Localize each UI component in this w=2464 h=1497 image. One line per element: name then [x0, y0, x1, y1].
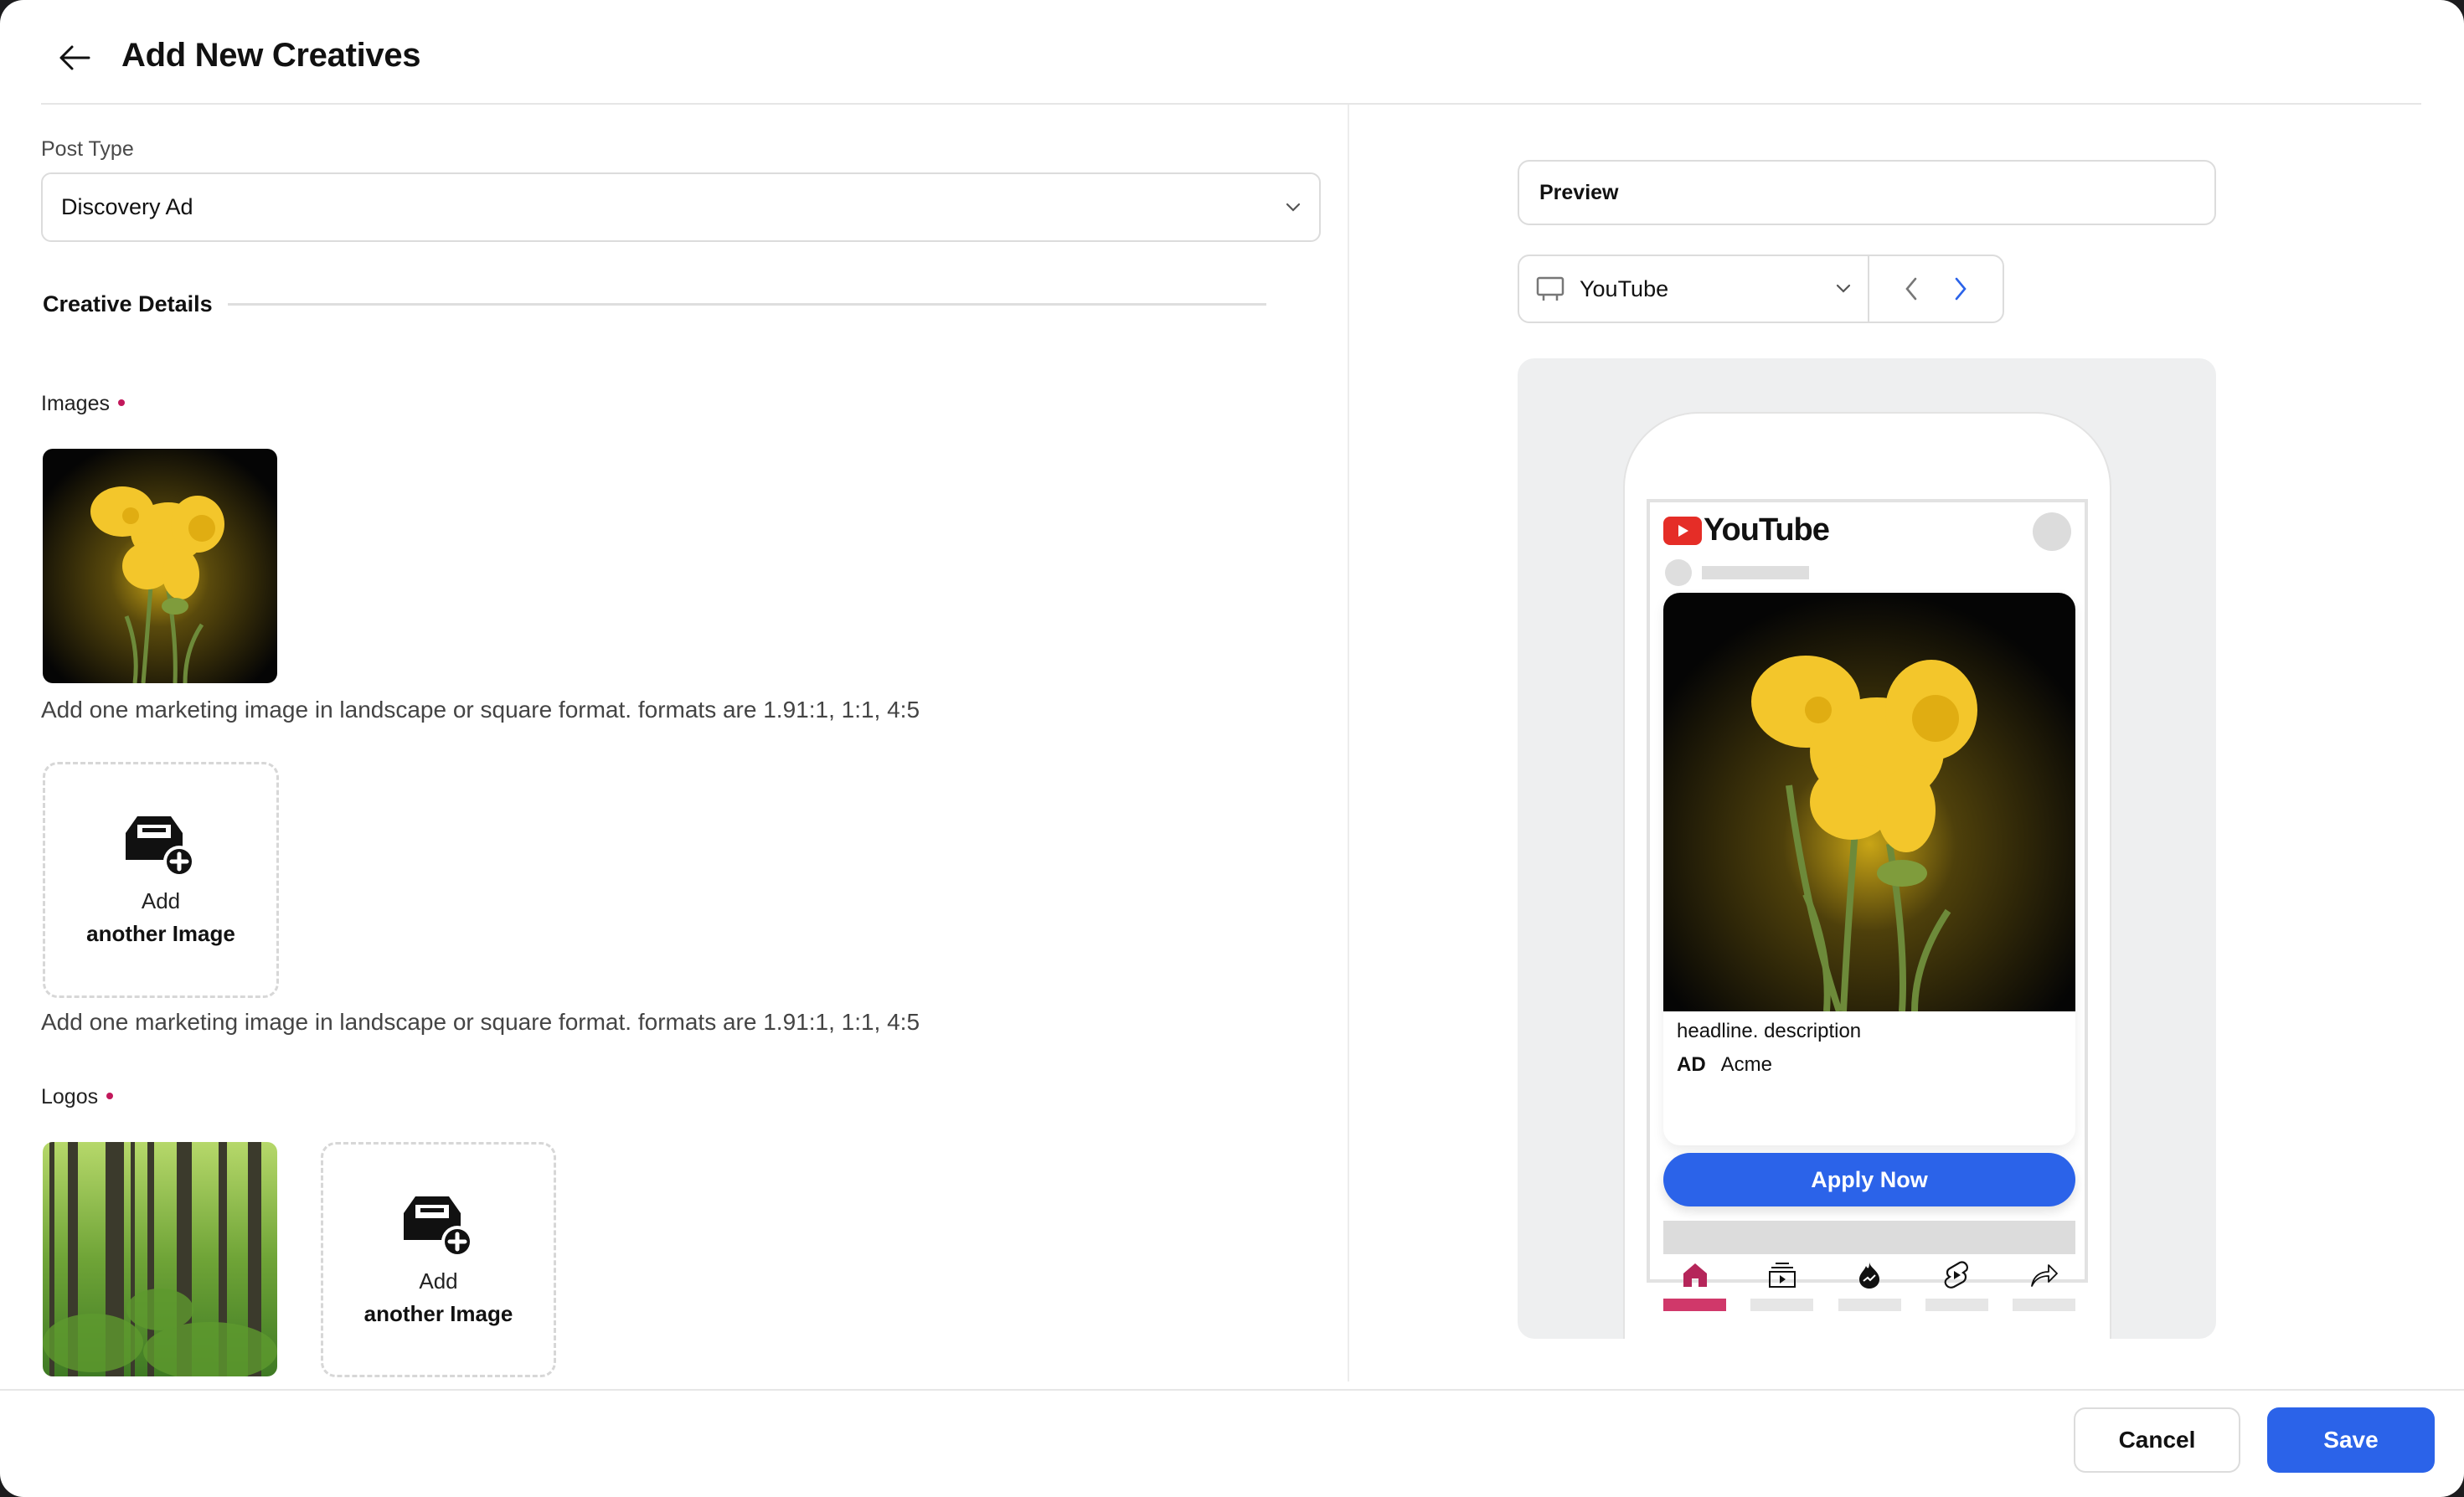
ad-meta: AD Acme	[1677, 1053, 1772, 1077]
add-image-tile[interactable]: Add another Image	[43, 762, 279, 998]
youtube-logo: YouTube	[1663, 512, 1830, 548]
apply-now-button[interactable]: Apply Now	[1663, 1153, 2075, 1206]
image-thumbnail[interactable]	[43, 449, 277, 683]
youtube-wordmark: YouTube	[1704, 512, 1830, 548]
platform-selector: YouTube	[1518, 255, 2004, 323]
preview-label: Preview	[1539, 180, 1619, 204]
preview-header: Preview	[1518, 160, 2216, 225]
content-placeholder	[1663, 1221, 2075, 1254]
post-type-value: Discovery Ad	[61, 194, 193, 219]
inbox-add-icon	[126, 816, 195, 877]
youtube-tab-bar	[1663, 1256, 2075, 1311]
images-label-text: Images	[41, 392, 110, 415]
previous-button[interactable]	[1894, 272, 1928, 306]
add-logo-tile[interactable]: Add another Image	[321, 1142, 556, 1377]
forest-image	[43, 1142, 277, 1376]
tab-indicator	[1663, 1298, 1726, 1311]
add-tile-line1: Add	[419, 1268, 458, 1294]
creative-details-heading: Creative Details	[43, 291, 213, 316]
section-divider	[228, 303, 1266, 306]
required-indicator	[106, 1093, 114, 1100]
logos-label: Logos	[41, 1085, 114, 1109]
shorts-icon	[1944, 1262, 1969, 1289]
platform-dropdown[interactable]: YouTube	[1519, 256, 1869, 322]
tab-indicator	[1750, 1298, 1814, 1311]
footer-divider	[0, 1389, 2464, 1391]
images-hint-2: Add one marketing image in landscape or …	[41, 1009, 920, 1035]
required-indicator	[117, 399, 125, 407]
tab-share[interactable]	[2013, 1256, 2075, 1311]
ad-image	[1663, 593, 2075, 1011]
header-divider	[41, 103, 2421, 105]
chevron-left-icon	[1905, 277, 1917, 301]
channel-name-placeholder	[1702, 566, 1809, 579]
ad-headline: headline. description	[1677, 1020, 1862, 1042]
monitor-icon	[1536, 276, 1564, 301]
daffodil-image	[43, 449, 277, 683]
tab-shorts[interactable]	[1925, 1256, 1988, 1311]
tab-home[interactable]	[1663, 1256, 1726, 1311]
subscriptions-icon	[1768, 1263, 1796, 1289]
post-type-label: Post Type	[41, 137, 134, 161]
platform-name: YouTube	[1580, 275, 1669, 301]
share-icon	[2030, 1264, 2058, 1288]
cancel-button[interactable]: Cancel	[2074, 1407, 2240, 1473]
images-hint: Add one marketing image in landscape or …	[41, 697, 920, 723]
tab-indicator	[2013, 1298, 2075, 1311]
ad-badge: AD	[1677, 1053, 1706, 1076]
ad-card: headline. description AD Acme	[1663, 593, 2075, 1145]
add-tile-line2: another Image	[363, 1300, 513, 1326]
tab-trending[interactable]	[1838, 1256, 1901, 1311]
chevron-right-icon	[1955, 277, 1967, 301]
logos-label-text: Logos	[41, 1085, 99, 1109]
add-tile-line1: Add	[141, 888, 181, 913]
tab-indicator	[1925, 1298, 1988, 1311]
advertiser-name: Acme	[1720, 1053, 1773, 1076]
trending-icon	[1859, 1262, 1879, 1289]
chevron-down-icon	[1836, 284, 1851, 293]
column-divider	[1348, 105, 1349, 1381]
post-type-select[interactable]: Discovery Ad	[41, 172, 1321, 242]
images-label: Images	[41, 392, 125, 416]
tab-indicator	[1838, 1298, 1901, 1311]
next-button[interactable]	[1944, 272, 1977, 306]
inbox-add-icon	[403, 1196, 473, 1258]
tab-subscriptions[interactable]	[1750, 1256, 1814, 1311]
phone-mockup: YouTube headline. description AD Acme Ap…	[1623, 412, 2111, 1339]
preview-canvas: YouTube headline. description AD Acme Ap…	[1518, 358, 2216, 1339]
page-title: Add New Creatives	[121, 37, 421, 74]
home-icon	[1683, 1263, 1707, 1288]
avatar-placeholder	[2033, 512, 2071, 551]
channel-avatar-placeholder	[1665, 559, 1692, 586]
back-button[interactable]	[55, 39, 94, 77]
preview-pager	[1869, 256, 2003, 322]
add-tile-line2: another Image	[86, 921, 235, 946]
add-creatives-modal: Add New Creatives Post Type Discovery Ad…	[0, 0, 2464, 1497]
phone-screen: YouTube headline. description AD Acme Ap…	[1647, 499, 2088, 1311]
chevron-down-icon	[1286, 203, 1301, 212]
youtube-play-icon	[1663, 516, 1702, 545]
arrow-left-icon	[59, 45, 90, 70]
logo-thumbnail[interactable]	[43, 1142, 277, 1376]
save-button[interactable]: Save	[2267, 1407, 2435, 1473]
